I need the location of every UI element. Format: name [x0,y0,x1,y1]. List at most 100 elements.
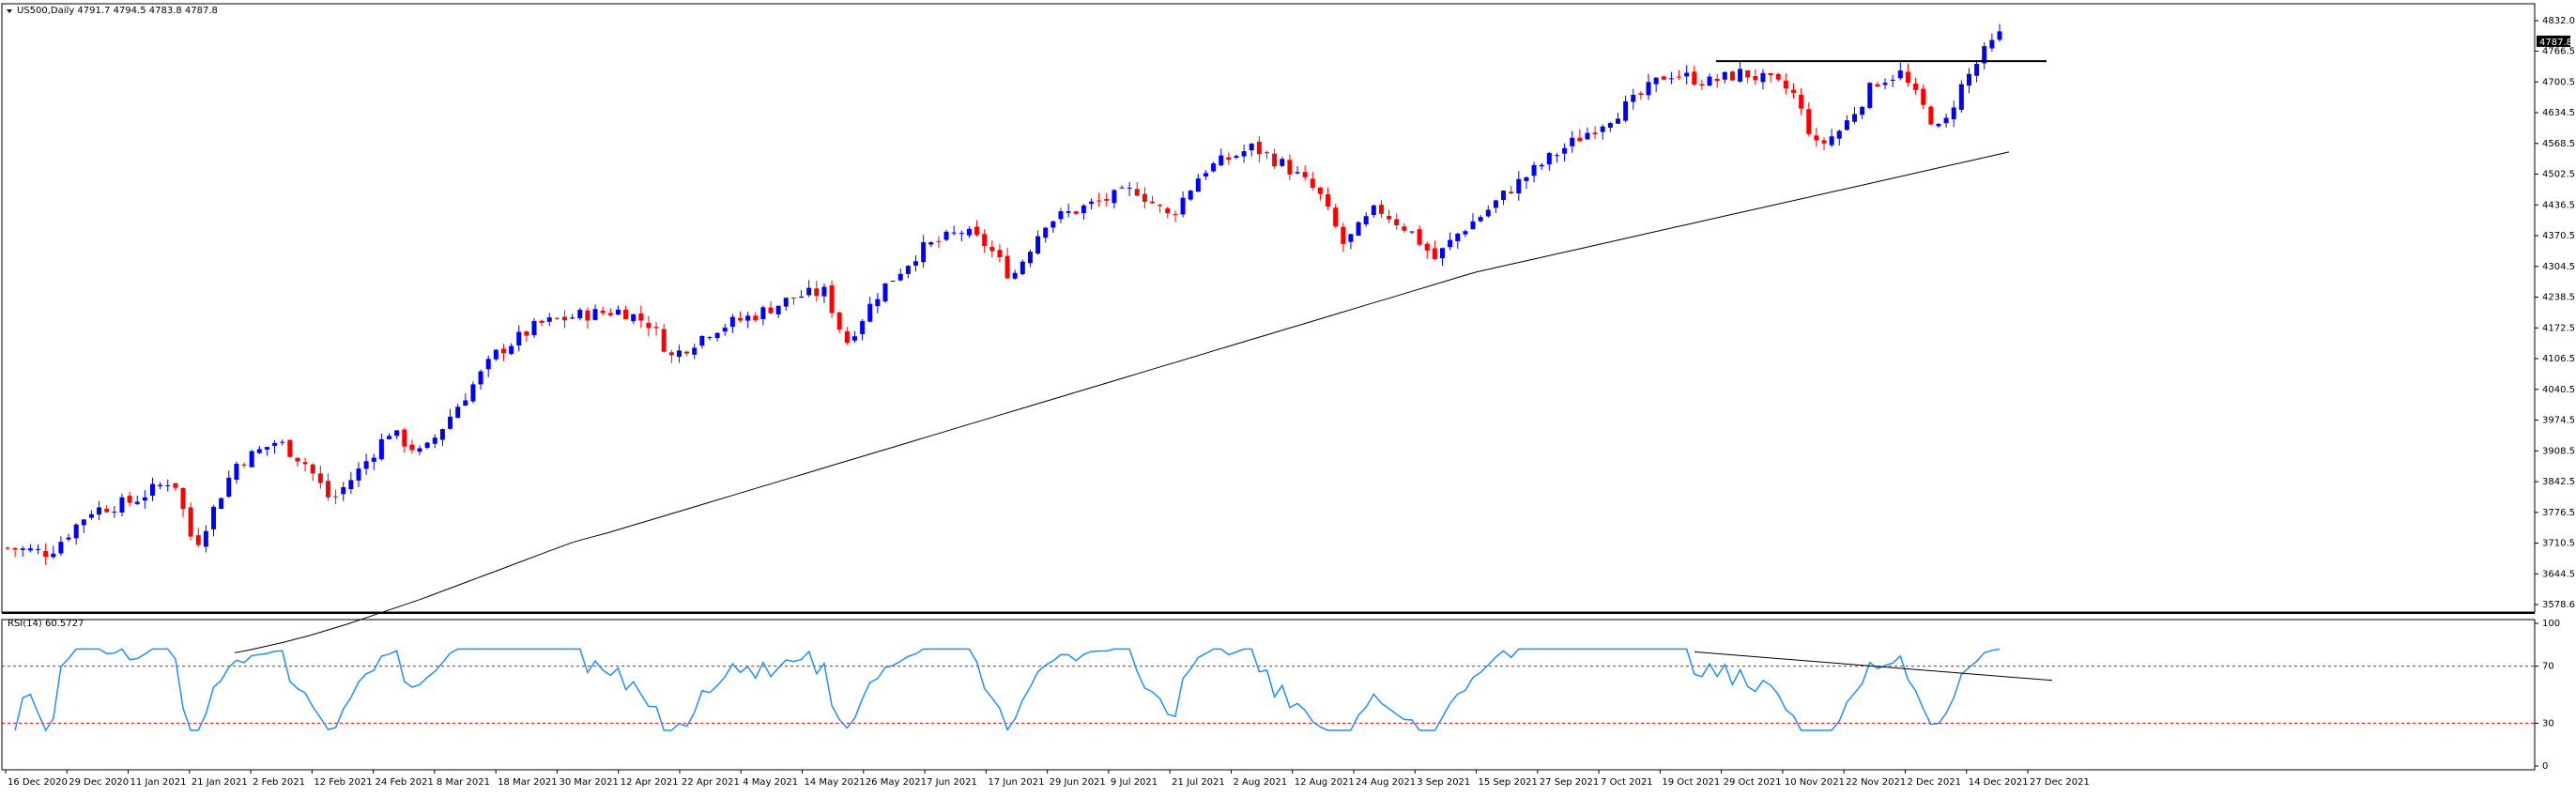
candle-body [1463,231,1468,235]
candle-body [936,240,942,242]
candle-body [1264,152,1269,154]
price-tick-label: 4700.5 [2542,77,2575,87]
candle-body [982,234,988,247]
time-tick-label: 14 May 2021 [805,777,866,788]
candle-body [1600,126,1605,132]
candle-body [1188,191,1193,200]
candle-body [1989,39,1995,49]
candle-body [463,400,468,406]
candle-body [1539,164,1544,167]
candle-body [1623,100,1629,121]
candle-body [806,287,812,296]
price-tick-label: 3644.5 [2542,569,2575,579]
time-tick-label: 29 Dec 2020 [69,777,129,788]
candle-body [974,226,980,236]
price-tick-label: 3710.5 [2542,539,2575,549]
candle-body [943,231,949,240]
candle-body [1195,178,1201,192]
time-tick-label: 10 Nov 2021 [1785,777,1845,788]
candle-body [1058,211,1064,220]
candle-body [203,530,208,547]
candle-body [653,327,659,329]
candle-body [173,483,178,488]
candle-body [142,497,147,501]
candle-body [570,317,575,319]
rsi-title: RSI(14) 60.5727 [8,619,84,629]
candle-body [1501,191,1507,200]
candle-body [676,350,682,358]
candle-body [1692,71,1697,85]
candle-body [409,444,415,451]
time-tick-label: 19 Oct 2021 [1662,777,1720,788]
candle-body [1180,197,1186,215]
candle-body [394,430,400,437]
candle-body [600,310,606,314]
candle-body [356,468,361,481]
rsi-tick-label: 0 [2542,761,2548,772]
candle-body [905,266,911,274]
candle-body [1684,72,1690,77]
candle-body [1768,72,1773,76]
candle-body [1531,164,1537,176]
candle-body [424,442,430,449]
candle-body [554,317,560,319]
candle-body [1958,84,1964,110]
candle-body [51,553,56,558]
candle-body [1439,248,1445,259]
candle-body [1203,173,1208,176]
candle-body [1241,151,1247,157]
candle-body [623,309,629,320]
rsi-line [14,648,2001,732]
candle-body [1104,199,1110,201]
candle-body [1066,211,1071,213]
candle-body [1745,69,1751,78]
candle-body [638,314,644,321]
price-tick-label: 4436.5 [2542,200,2575,210]
candle-body [531,320,537,336]
candle-body [1280,159,1285,166]
candle-body [1997,31,2002,40]
candle-body [1753,75,1758,81]
price-tick-label: 3776.5 [2542,508,2575,518]
candle-body [1356,222,1361,236]
chart-frame [1,3,2536,771]
candle-body [646,323,652,329]
candle-body [890,280,896,282]
candle-body [1234,156,1239,158]
candle-body [1570,137,1575,146]
candle-body [1165,207,1171,214]
time-tick-label: 2 Feb 2021 [253,777,305,788]
candle-body [1677,76,1682,78]
candle-body [1943,117,1949,124]
candle-body [1729,71,1735,81]
candle-body [134,501,140,504]
candle-body [897,273,903,281]
candle-body [455,406,461,419]
candle-body [1211,163,1217,172]
time-tick-label: 11 Jan 2021 [130,777,187,788]
candle-body [264,447,269,450]
candle-body [417,448,422,452]
candle-body [1707,76,1712,86]
candle-body [577,309,583,319]
candle-body [1615,118,1620,124]
candle-body [1829,136,1834,146]
chart-menu-icon[interactable] [7,9,12,13]
candle-body [493,349,498,360]
time-tick-label: 17 Jun 2021 [988,777,1044,788]
candle-body [722,328,728,332]
moving-average-line [234,151,2010,653]
candle-body [1852,114,1858,122]
candle-body [1119,187,1125,189]
candle-body [1219,155,1224,166]
candle-body [371,457,376,462]
candle-body [58,542,64,554]
candle-body [1333,207,1339,227]
time-axis: 16 Dec 2020 29 Dec 2020 11 Jan 2021 21 Jan … [5,770,2090,788]
candle-body [81,519,86,526]
candle-body [149,483,155,497]
candle-body [1112,190,1117,204]
candle-body [1638,93,1644,95]
candle-body [966,228,972,236]
price-label-text: 4787.8 [2539,38,2572,48]
